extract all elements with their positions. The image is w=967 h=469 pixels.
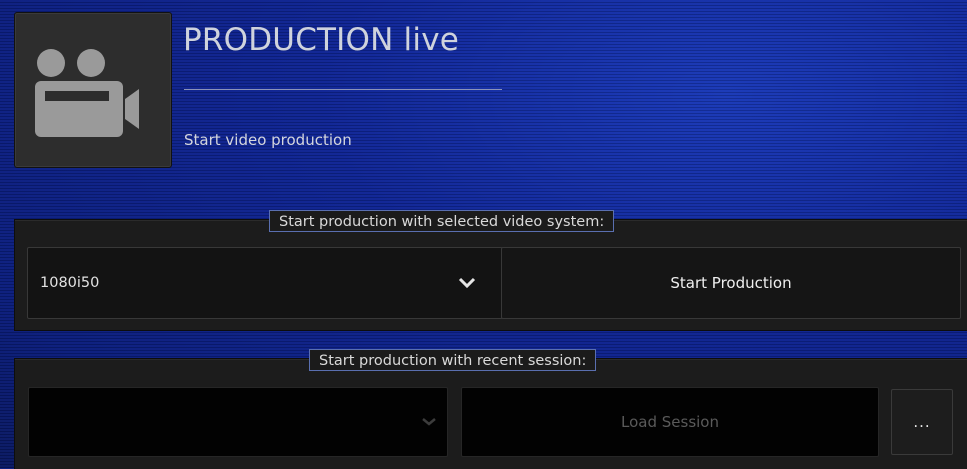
video-system-select-value: 1080i50 <box>40 275 100 291</box>
browse-session-button[interactable]: ... <box>891 389 953 455</box>
app-subtitle: Start video production <box>184 131 352 149</box>
video-system-select[interactable]: 1080i50 <box>27 247 503 319</box>
recent-session-select[interactable] <box>28 387 448 457</box>
start-production-button[interactable]: Start Production <box>501 247 961 319</box>
title-divider <box>184 89 502 90</box>
chevron-down-icon <box>422 418 436 426</box>
app-icon-tile <box>14 12 172 168</box>
video-camera-icon <box>35 49 139 137</box>
load-session-button[interactable]: Load Session <box>461 387 879 457</box>
app-title: PRODUCTION live <box>183 22 460 58</box>
video-system-panel: Start production with selected video sys… <box>14 210 967 331</box>
chevron-down-icon <box>458 277 476 289</box>
recent-session-legend: Start production with recent session: <box>309 349 597 371</box>
recent-session-panel: Start production with recent session: Lo… <box>14 349 967 469</box>
video-system-legend: Start production with selected video sys… <box>269 210 615 232</box>
